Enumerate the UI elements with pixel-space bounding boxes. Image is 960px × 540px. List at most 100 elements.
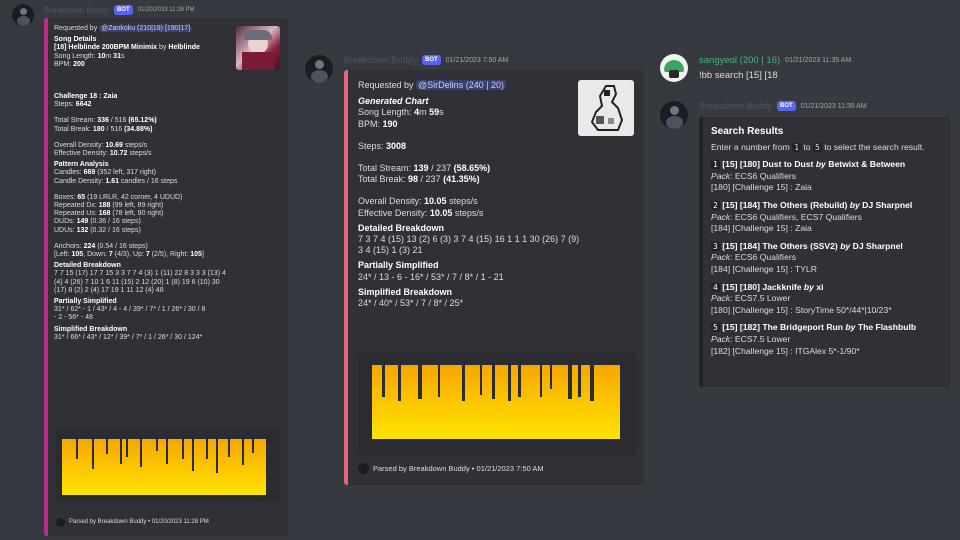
density-graph-svg bbox=[372, 365, 620, 439]
overall-density: Overall Density: 10.05 steps/s bbox=[358, 196, 478, 207]
timestamp: 01/21/2023 11:35 AM bbox=[800, 102, 867, 110]
result-number: 1 bbox=[711, 160, 720, 170]
footer-avatar bbox=[358, 463, 369, 475]
search-results-embed: Search Results Enter a number from 1 to … bbox=[699, 117, 950, 387]
author-name[interactable]: sangyeol (200 | 16) bbox=[699, 55, 780, 66]
partial-line: 24* / 13 - 6 - 16* / 53* / 7 / 8* / 1 - … bbox=[358, 271, 504, 282]
search-result[interactable]: 3 [15] [184] The Others (SSV2) by DJ Sha… bbox=[711, 241, 942, 276]
author-name[interactable]: Breakdown Buddy bbox=[699, 101, 772, 111]
result-number: 4 bbox=[711, 282, 720, 292]
result-pack: ECS6 Qualifiers bbox=[734, 170, 797, 181]
duds: DUDs: 149 (0.36 / 16 steps) bbox=[54, 218, 141, 226]
timestamp: 01/21/2023 7:50 AM bbox=[445, 56, 509, 64]
right-message: Breakdown Buddy BOT 01/21/2023 11:35 AM … bbox=[655, 95, 960, 395]
bot-avatar[interactable] bbox=[305, 55, 333, 83]
candles: Candles: 669 (352 left, 317 right) bbox=[54, 169, 156, 177]
total-stream: Total Stream: 139 / 237 (58.65%) bbox=[358, 163, 491, 174]
detailed-breakdown-title: Detailed Breakdown bbox=[54, 262, 121, 270]
steps: Steps: 3008 bbox=[358, 140, 407, 151]
density-graph[interactable] bbox=[358, 353, 636, 455]
detailed-line: 3 4 (15) 1 (3) 21 bbox=[358, 245, 423, 256]
result-number: 5 bbox=[711, 323, 720, 333]
total-stream: Total Stream: 336 / 516 (65.12%) bbox=[54, 117, 157, 125]
search-result[interactable]: 2 [15] [184] The Others (Rebuild) by DJ … bbox=[711, 200, 942, 235]
result-number: 3 bbox=[711, 241, 720, 251]
song-thumbnail[interactable] bbox=[236, 26, 280, 70]
bot-badge: BOT bbox=[113, 5, 133, 15]
total-break: Total Break: 98 / 237 (41.35%) bbox=[358, 174, 480, 185]
simplified-title: Simplified Breakdown bbox=[358, 286, 453, 297]
total-break: Total Break: 180 / 516 (34.88%) bbox=[54, 125, 153, 133]
result-title: [15] [182] The Bridgeport Run bbox=[722, 322, 844, 333]
user-avatar[interactable] bbox=[660, 54, 688, 82]
search-result[interactable]: 4 [15] [180] Jackknife by xi Pack: ECS7.… bbox=[711, 282, 942, 317]
bot-badge: BOT bbox=[777, 101, 796, 111]
detailed-line: 7 3 7 4 (15) 13 (2) 6 (3) 3 7 4 (15) 16 … bbox=[358, 234, 580, 245]
bot-avatar[interactable] bbox=[12, 4, 34, 26]
result-number: 2 bbox=[711, 200, 720, 210]
result-title: [15] [180] Dust to Dust bbox=[722, 159, 814, 170]
search-result[interactable]: 5 [15] [182] The Bridgeport Run by The F… bbox=[711, 322, 942, 357]
footer-text: Parsed by Breakdown Buddy • 01/20/2023 1… bbox=[69, 519, 209, 526]
partial-line: 31* / 62* - 1 / 43* / 4 - 4 / 39* / 7* /… bbox=[54, 306, 206, 314]
user-mention[interactable]: @SirDelins (240 | 20) bbox=[416, 80, 507, 90]
overall-density: Overall Density: 10.69 steps/s bbox=[54, 141, 148, 149]
anchors-detail: [Left: 105, Down: 7 (4/3), Up: 7 (2/5), … bbox=[54, 251, 204, 259]
user-message: sangyeol (200 | 16) 01/21/2023 11:35 AM … bbox=[655, 50, 960, 90]
result-chart: [182] [Challenge 15] : ITGAlex 5*-1/90* bbox=[711, 345, 860, 356]
result-chart: [184] [Challenge 15] : TYLR bbox=[711, 263, 817, 274]
author-name[interactable]: Breakdown Buddy bbox=[44, 6, 109, 15]
detailed-line: (17) 8 (2) 2 (4) 17 19 1 11 12 (4) 48 bbox=[54, 286, 164, 294]
bot-badge: BOT bbox=[422, 55, 441, 65]
anchors: Anchors: 224 (0.54 / 16 steps) bbox=[54, 242, 148, 250]
message-text: !bb search [15] [18 bbox=[699, 70, 778, 81]
timestamp: 01/20/2023 11:28 PM bbox=[137, 7, 195, 13]
result-chart: [180] [Challenge 15] : StoryTime 50*/44*… bbox=[711, 304, 892, 315]
result-artist: DJ Sharpnel bbox=[862, 199, 913, 210]
result-title: [15] [180] Jackknife bbox=[722, 281, 802, 292]
timestamp: 01/21/2023 11:35 AM bbox=[785, 57, 852, 64]
steps: Steps: 6642 bbox=[54, 101, 92, 109]
result-pack: ECS7.5 Lower bbox=[734, 333, 791, 344]
bot-avatar[interactable] bbox=[660, 101, 688, 129]
result-pack: ECS6 Qualifiers bbox=[734, 252, 797, 263]
challenge-title: Challenge 18 : Zaia bbox=[54, 93, 118, 101]
message-header: Breakdown Buddy BOT 01/20/2023 11:28 PM bbox=[44, 5, 195, 15]
effective-density: Effective Density: 10.72 steps/s bbox=[54, 150, 152, 158]
message-header: Breakdown Buddy BOT 01/21/2023 7:50 AM bbox=[344, 55, 508, 65]
user-mention[interactable]: @Zankoku (210|19) [190|17] bbox=[99, 25, 193, 32]
search-result[interactable]: 1 [15] [180] Dust to Dust by Betwixt & B… bbox=[711, 159, 942, 194]
pixel-art-icon bbox=[590, 85, 624, 131]
left-message: Breakdown Buddy BOT 01/20/2023 11:28 PM … bbox=[0, 0, 300, 540]
simplified-title: Simplified Breakdown bbox=[54, 325, 128, 333]
repeated-dx: Repeated Dx: 188 (99 left, 89 right) bbox=[54, 202, 164, 210]
result-title: [15] [184] The Others (SSV2) bbox=[722, 240, 838, 251]
detailed-breakdown-title: Detailed Breakdown bbox=[358, 222, 445, 233]
message-header: Breakdown Buddy BOT 01/21/2023 11:35 AM bbox=[699, 101, 867, 111]
author-name[interactable]: Breakdown Buddy bbox=[344, 55, 417, 65]
result-artist: The Flashbulb bbox=[857, 322, 917, 333]
embed-footer: Parsed by Breakdown Buddy • 01/20/2023 1… bbox=[56, 518, 209, 527]
song-thumbnail[interactable] bbox=[578, 80, 634, 136]
middle-message: Breakdown Buddy BOT 01/21/2023 7:50 AM R… bbox=[300, 40, 650, 500]
candle-density: Candle Density: 1.61 candles / 16 steps bbox=[54, 177, 178, 185]
boxes: Boxes: 65 (19 LRLR, 42 corner, 4 UDUD) bbox=[54, 193, 183, 201]
partial-title: Partially Simplified bbox=[358, 260, 439, 271]
detailed-line: (4) 4 (26) 7 10 1 6 11 (15) 2 12 (20) 1 … bbox=[54, 278, 220, 286]
effective-density: Effective Density: 10.05 steps/s bbox=[358, 207, 484, 218]
footer-avatar bbox=[56, 518, 65, 527]
result-pack: ECS6 Qualifiers, ECS7 Qualifiers bbox=[734, 211, 862, 222]
search-instructions: Enter a number from 1 to 5 to select the… bbox=[711, 141, 925, 152]
simplified-line: 31* / 66* / 43* / 12* / 39* / 7* / 1 / 2… bbox=[54, 333, 203, 341]
result-title: [15] [184] The Others (Rebuild) bbox=[722, 199, 848, 210]
detailed-line: 7 7 15 (17) 17 7 15 3 3 7 7 4 (3) 1 (11)… bbox=[54, 270, 226, 278]
partial-line: - 2 - 56* - 48 bbox=[54, 314, 93, 322]
footer-text: Parsed by Breakdown Buddy • 01/21/2023 7… bbox=[373, 464, 544, 473]
breakdown-embed: Requested by @Zankoku (210|19) [190|17] … bbox=[44, 18, 288, 536]
udus: UDUs: 132 (0.32 / 16 steps) bbox=[54, 226, 141, 234]
density-graph[interactable] bbox=[56, 429, 280, 501]
embed-footer: Parsed by Breakdown Buddy • 01/21/2023 7… bbox=[358, 463, 544, 475]
partial-title: Partially Simplified bbox=[54, 298, 117, 306]
simplified-line: 24* / 40* / 53* / 7 / 8* / 25* bbox=[358, 298, 464, 309]
density-graph-svg bbox=[62, 439, 266, 495]
